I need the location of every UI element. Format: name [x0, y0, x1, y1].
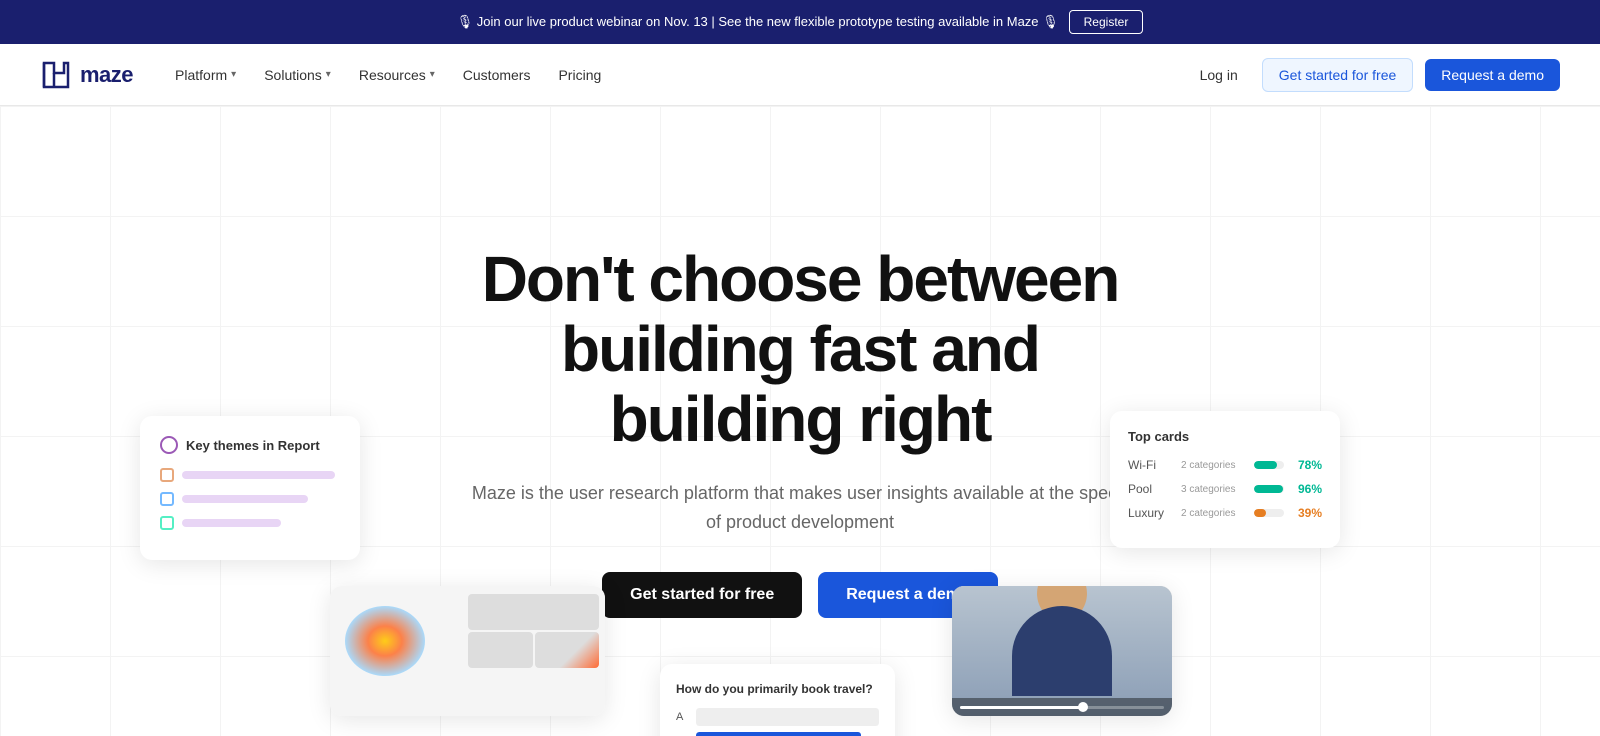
- top-pct-pool: 96%: [1292, 482, 1322, 496]
- resources-chevron-icon: ▾: [430, 69, 435, 80]
- announcement-text: 🎙 Join our live product webinar on Nov. …: [457, 14, 1059, 30]
- platform-chevron-icon: ▾: [231, 69, 236, 80]
- theme-row-3: [160, 516, 340, 530]
- login-button[interactable]: Log in: [1188, 59, 1250, 91]
- survey-bar-b: [696, 732, 879, 736]
- hero-title: Don't choose between building fast and b…: [470, 244, 1130, 455]
- theme-row-icon-2: [160, 492, 174, 506]
- key-themes-card: Key themes in Report: [140, 416, 360, 560]
- hero-section: Don't choose between building fast and b…: [0, 106, 1600, 736]
- top-sub-pool: 3 categories: [1181, 484, 1246, 495]
- heatmap-right: [462, 586, 605, 716]
- card-themes-header: Key themes in Report: [160, 436, 340, 454]
- top-pct-wifi: 78%: [1292, 458, 1322, 472]
- heatmap-thumb-2: [468, 632, 533, 668]
- theme-bar-3: [182, 519, 281, 527]
- theme-row-2: [160, 492, 340, 506]
- heatmap-inner: [330, 586, 605, 716]
- theme-row-icon-3: [160, 516, 174, 530]
- register-button[interactable]: Register: [1069, 10, 1144, 34]
- theme-bar-1: [182, 471, 335, 479]
- nav-actions: Log in Get started for free Request a de…: [1188, 58, 1560, 92]
- survey-letter-a: A: [676, 711, 690, 723]
- top-cards-title: Top cards: [1128, 429, 1322, 444]
- nav-customers[interactable]: Customers: [451, 59, 543, 91]
- navigation: maze Platform ▾ Solutions ▾ Resources ▾ …: [0, 44, 1600, 106]
- top-row-luxury: Luxury 2 categories 39%: [1128, 506, 1322, 520]
- themes-icon: [160, 436, 178, 454]
- top-pct-luxury: 39%: [1292, 506, 1322, 520]
- top-row-wifi: Wi-Fi 2 categories 78%: [1128, 458, 1322, 472]
- top-label-luxury: Luxury: [1128, 506, 1173, 520]
- video-progress-bar: [952, 698, 1172, 716]
- heatmap-thumb-1: [468, 594, 599, 630]
- heatmap-blob: [345, 606, 425, 676]
- top-row-pool: Pool 3 categories 96%: [1128, 482, 1322, 496]
- top-label-wifi: Wi-Fi: [1128, 458, 1173, 472]
- nav-pricing[interactable]: Pricing: [546, 59, 613, 91]
- maze-logo-icon: [40, 59, 72, 91]
- video-placeholder: [952, 586, 1172, 716]
- top-bar-pool: [1254, 485, 1284, 493]
- logo-text: maze: [80, 62, 133, 88]
- survey-card: How do you primarily book travel? A B C …: [660, 664, 895, 736]
- top-bar-fill-luxury: [1254, 509, 1266, 517]
- top-sub-luxury: 2 categories: [1181, 508, 1246, 519]
- video-person-figure: [1012, 606, 1112, 696]
- survey-option-a: A: [676, 708, 879, 726]
- card-themes-title: Key themes in Report: [186, 438, 320, 453]
- top-bar-fill-pool: [1254, 485, 1283, 493]
- heatmap-left: [330, 586, 462, 716]
- announcement-bar: 🎙 Join our live product webinar on Nov. …: [0, 0, 1600, 44]
- top-cards-card: Top cards Wi-Fi 2 categories 78% Pool 3 …: [1110, 411, 1340, 548]
- video-progress-dot: [1078, 702, 1088, 712]
- nav-solutions[interactable]: Solutions ▾: [252, 59, 343, 91]
- survey-bar-empty-a: [696, 708, 879, 726]
- video-progress-wrap: [960, 706, 1164, 709]
- solutions-chevron-icon: ▾: [326, 69, 331, 80]
- top-bar-luxury: [1254, 509, 1284, 517]
- survey-option-b: B: [676, 732, 879, 736]
- heatmap-thumb-bottom: [468, 632, 599, 668]
- get-started-button[interactable]: Get started for free: [1262, 58, 1414, 92]
- survey-bar-a: [696, 708, 879, 726]
- survey-bar-fill-b: [696, 732, 861, 736]
- nav-platform[interactable]: Platform ▾: [163, 59, 248, 91]
- nav-links: Platform ▾ Solutions ▾ Resources ▾ Custo…: [163, 59, 1188, 91]
- request-demo-button[interactable]: Request a demo: [1425, 59, 1560, 91]
- hero-cta-primary[interactable]: Get started for free: [602, 572, 802, 618]
- video-card: [952, 586, 1172, 716]
- top-label-pool: Pool: [1128, 482, 1173, 496]
- video-progress-fill: [960, 706, 1082, 709]
- nav-resources[interactable]: Resources ▾: [347, 59, 447, 91]
- top-bar-fill-wifi: [1254, 461, 1277, 469]
- theme-row-1: [160, 468, 340, 482]
- heatmap-thumb-3: [535, 632, 600, 668]
- top-bar-wifi: [1254, 461, 1284, 469]
- heatmap-card: [330, 586, 605, 716]
- logo[interactable]: maze: [40, 59, 133, 91]
- video-person: [952, 586, 1172, 716]
- top-sub-wifi: 2 categories: [1181, 460, 1246, 471]
- theme-row-icon-1: [160, 468, 174, 482]
- theme-bar-2: [182, 495, 308, 503]
- survey-title: How do you primarily book travel?: [676, 682, 879, 696]
- hero-subtitle: Maze is the user research platform that …: [470, 479, 1130, 537]
